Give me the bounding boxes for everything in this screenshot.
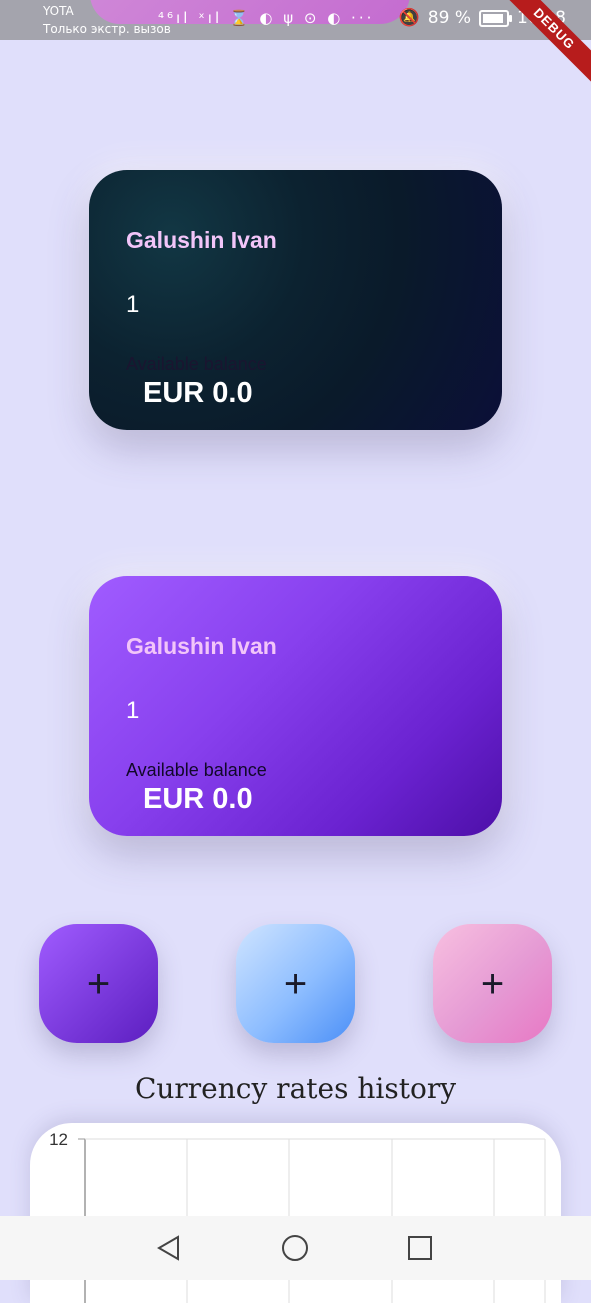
card-number: 1 <box>126 291 140 318</box>
rates-history-title: Currency rates history <box>134 1072 457 1105</box>
card-number: 1 <box>126 697 140 724</box>
recents-square-icon <box>408 1236 432 1260</box>
battery-percent: 89 % <box>427 8 471 28</box>
balance-value: EUR 0.0 <box>143 783 253 815</box>
add-purple-button[interactable]: + <box>39 924 158 1043</box>
plus-icon: + <box>283 961 308 1006</box>
card-holder-name: Galushin Ivan <box>126 633 277 659</box>
home-circle-icon <box>282 1235 308 1261</box>
network-icons: ⁴⁶ıl ˣıl ⌛ ◐ ψ ⊙ ◐ ··· <box>158 9 375 27</box>
mute-bell-icon: 🔕 <box>398 8 420 28</box>
plus-icon: + <box>86 961 111 1006</box>
add-blue-button[interactable]: + <box>236 924 355 1043</box>
home-button[interactable] <box>255 1216 335 1280</box>
card-holder-name: Galushin Ivan <box>126 227 277 253</box>
account-card-dark[interactable]: Galushin Ivan 1 Available balance EUR 0.… <box>89 170 502 430</box>
balance-label: Available balance <box>126 760 267 780</box>
status-bar: YOTA Только экстр. вызов ⁴⁶ıl ˣıl ⌛ ◐ ψ … <box>0 0 591 40</box>
recents-button[interactable] <box>380 1216 460 1280</box>
back-button[interactable] <box>129 1216 209 1280</box>
carrier-note: Только экстр. вызов <box>43 22 171 36</box>
plus-icon: + <box>480 961 505 1006</box>
carrier-name: YOTA <box>43 4 74 18</box>
back-triangle-icon <box>157 1235 179 1261</box>
add-pink-button[interactable]: + <box>433 924 552 1043</box>
navigation-bar <box>0 1216 591 1280</box>
balance-value: EUR 0.0 <box>143 377 253 409</box>
y-tick-label: 12 <box>49 1130 68 1149</box>
battery-icon <box>479 9 512 27</box>
account-card-purple[interactable]: Galushin Ivan 1 Available balance EUR 0.… <box>89 576 502 836</box>
balance-label: Available balance <box>126 354 267 374</box>
